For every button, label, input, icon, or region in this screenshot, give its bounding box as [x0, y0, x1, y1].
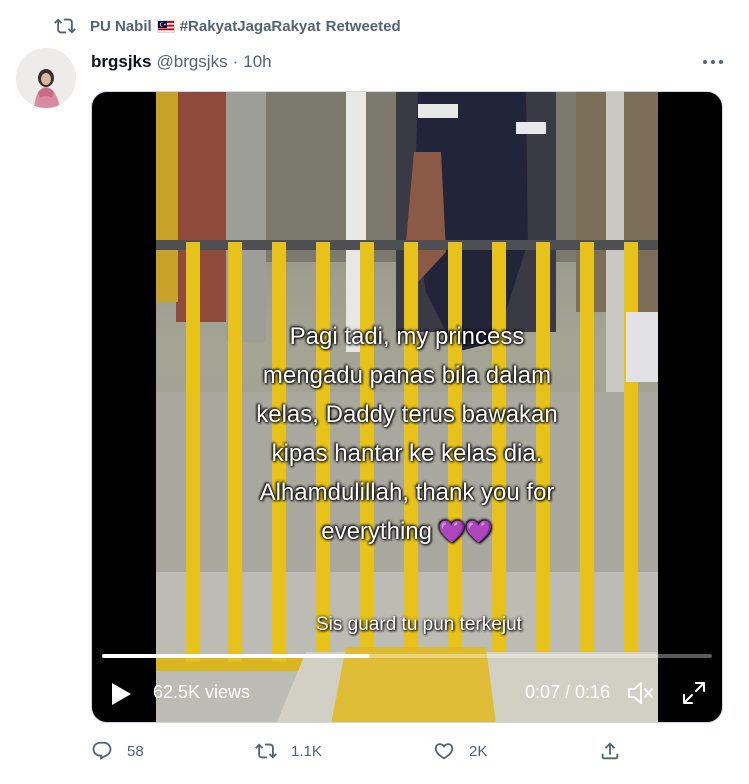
- fullscreen-icon[interactable]: [681, 680, 707, 706]
- tweet-header: brgsjks @brgsjks · 10h: [91, 50, 272, 74]
- flag-malaysia-icon: [156, 19, 175, 33]
- reply-count: 58: [127, 742, 144, 760]
- retweeter-name[interactable]: PU Nabil: [90, 18, 152, 35]
- video-timer: 0:07 / 0:16: [525, 682, 611, 702]
- more-options-icon[interactable]: [703, 52, 723, 72]
- reply-button[interactable]: 58: [91, 736, 144, 766]
- share-button[interactable]: [599, 736, 635, 766]
- retweeted-label: Retweeted: [325, 17, 401, 35]
- retweet-icon: [54, 18, 76, 34]
- play-icon[interactable]: [110, 682, 132, 706]
- video-caption: Pagi tadi, my princess mengadu panas bil…: [156, 317, 658, 551]
- video-subcaption: Sis guard tu pun terkejut: [316, 614, 522, 636]
- caption-line: kipas hantar ke kelas dia.: [271, 440, 543, 467]
- like-count: 2K: [469, 742, 488, 760]
- reply-icon: [92, 741, 112, 760]
- video-controls: 62.5K views 0:07 / 0:16: [92, 672, 722, 712]
- tweet-time[interactable]: 10h: [243, 52, 271, 72]
- avatar[interactable]: [16, 48, 76, 108]
- progress-fill: [102, 654, 371, 658]
- separator-dot: ·: [232, 52, 239, 71]
- video-player[interactable]: Pagi tadi, my princess mengadu panas bil…: [91, 91, 723, 723]
- video-frame: Pagi tadi, my princess mengadu panas bil…: [156, 92, 658, 722]
- retweet-context[interactable]: PU Nabil #RakyatJagaRakyat Retweeted: [54, 14, 401, 38]
- caption-line: everything: [321, 518, 432, 545]
- caption-line: Alhamdulillah, thank you for: [259, 479, 555, 506]
- like-button[interactable]: 2K: [433, 736, 487, 766]
- hashtag[interactable]: #RakyatJagaRakyat: [180, 18, 321, 35]
- author-name[interactable]: brgsjks: [91, 52, 151, 72]
- caption-line: Pagi tadi, my princess: [289, 323, 525, 350]
- subcaption-text: Sis guard tu pun terkejut: [316, 614, 522, 635]
- mute-icon[interactable]: [625, 678, 655, 708]
- caption-line: mengadu panas bila dalam: [262, 362, 552, 389]
- caption-line: kelas, Daddy terus bawakan: [256, 401, 558, 428]
- video-progress-bar[interactable]: [102, 654, 712, 658]
- retweet-button[interactable]: 1.1K: [255, 736, 322, 766]
- share-icon: [601, 742, 619, 760]
- tweet-actions: 58 1.1K 2K: [91, 736, 631, 766]
- author-handle[interactable]: @brgsjks: [156, 52, 227, 72]
- view-count: 62.5K views: [153, 682, 251, 702]
- retweet-count: 1.1K: [291, 742, 322, 760]
- purple-heart-emoji: 💜💜: [437, 519, 493, 544]
- retweet-icon: [255, 743, 277, 759]
- heart-icon: [434, 743, 454, 760]
